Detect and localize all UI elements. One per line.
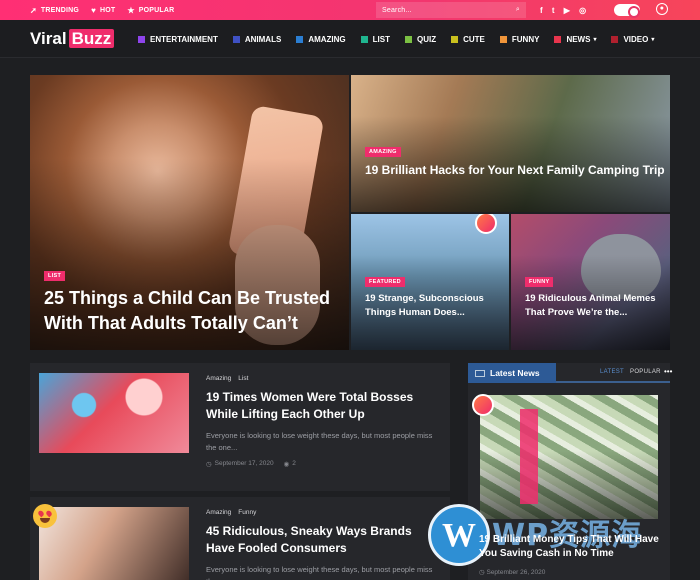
youtube-icon[interactable]: ▶ <box>564 6 570 15</box>
hero-top-right-title[interactable]: 19 Brilliant Hacks for Your Next Family … <box>365 161 665 179</box>
category-badge[interactable]: LIST <box>44 271 66 281</box>
trending-link[interactable]: ➚ TRENDING <box>30 6 79 15</box>
nav-cute[interactable]: CUTE <box>451 35 485 44</box>
tag-link[interactable]: Amazing <box>206 375 231 382</box>
user-icon[interactable]: ● <box>656 3 668 15</box>
category-badge[interactable]: FEATURED <box>365 277 405 287</box>
post-views: 2 <box>292 460 296 467</box>
tag-link[interactable]: Amazing <box>206 509 231 516</box>
category-square-icon <box>296 35 304 43</box>
widget-filter-links: LATEST POPULAR <box>600 369 661 375</box>
nav-entertainment[interactable]: ENTERTAINMENT <box>138 35 218 44</box>
hot-link[interactable]: ♥ HOT <box>91 6 115 15</box>
post-date: September 17, 2020 <box>214 460 274 467</box>
filter-popular-link[interactable]: POPULAR <box>630 369 661 375</box>
post-title[interactable]: 19 Times Women Were Total Bosses While L… <box>206 389 442 423</box>
post-excerpt: Everyone is looking to lose weight these… <box>206 431 433 452</box>
category-square-icon <box>611 35 619 43</box>
post-title[interactable]: 45 Ridiculous, Sneaky Ways Brands Have F… <box>206 523 442 557</box>
nav-animals[interactable]: ANIMALS <box>232 34 282 44</box>
heart-eyes-emoji-icon <box>33 504 57 528</box>
chevron-down-icon: ▾ <box>651 36 655 43</box>
nav-label: AMAZING <box>308 34 346 44</box>
trending-icon: ➚ <box>30 5 37 15</box>
category-square-icon <box>404 35 412 43</box>
clock-icon: ◷ <box>206 461 212 468</box>
search-placeholder: Search... <box>382 6 412 14</box>
post-card[interactable]: Amazing Funny 45 Ridiculous, Sneaky Ways … <box>30 497 450 580</box>
newspaper-icon <box>475 369 485 377</box>
post-card[interactable]: Amazing List 19 Times Women Were Total Bo… <box>30 363 450 491</box>
latest-news-tab[interactable]: Latest News <box>468 363 556 383</box>
filter-latest-link[interactable]: LATEST <box>600 369 624 375</box>
dark-mode-toggle[interactable] <box>614 4 640 18</box>
facebook-icon[interactable]: f <box>540 6 543 15</box>
social-links: f t ▶ ◎ <box>540 0 595 20</box>
hero-bottom-mid-card[interactable]: FEATURED 19 Strange, Subconscious Things… <box>351 214 509 350</box>
post-tags: Amazing List <box>206 375 255 382</box>
twitter-icon[interactable]: t <box>552 6 555 15</box>
nav-label: ANIMALS <box>244 34 282 44</box>
main-nav: ENTERTAINMENT ANIMALS AMAZING LIST QUIZ … <box>138 20 669 58</box>
chevron-down-icon: ▾ <box>593 36 597 43</box>
hero-main-title[interactable]: 25 Things a Child Can Be Trusted With Th… <box>44 286 340 336</box>
category-badge[interactable]: AMAZING <box>365 147 401 157</box>
post-excerpt: Everyone is looking to lose weight these… <box>206 565 433 580</box>
more-icon[interactable]: ••• <box>664 367 672 376</box>
popular-link[interactable]: ★ POPULAR <box>127 6 174 15</box>
hot-label: HOT <box>100 6 116 14</box>
category-square-icon <box>138 35 145 43</box>
hero-top-right-card[interactable]: AMAZING 19 Brilliant Hacks for Your Next… <box>351 75 670 212</box>
search-input[interactable]: Search... ⌕ <box>376 2 526 18</box>
post-thumbnail[interactable] <box>39 507 189 580</box>
nav-list[interactable]: LIST <box>360 34 390 44</box>
logo-text-buzz: Buzz <box>68 29 115 48</box>
trending-badge-icon <box>475 214 497 234</box>
heart-icon: ♥ <box>91 5 97 15</box>
trending-badge-icon <box>472 394 494 416</box>
hero-main-card[interactable]: LIST 25 Things a Child Can Be Trusted Wi… <box>30 75 349 350</box>
category-square-icon <box>232 35 240 43</box>
emoji-mouth <box>40 518 50 523</box>
pink-background <box>520 409 538 504</box>
category-square-icon <box>360 35 368 43</box>
popular-label: POPULAR <box>138 6 175 14</box>
site-header: Viral Buzz ENTERTAINMENT ANIMALS AMAZING … <box>0 20 700 58</box>
post-tags: Amazing Funny <box>206 509 263 516</box>
nav-label: NEWS <box>566 34 591 44</box>
hero-bottom-right-card[interactable]: FUNNY 19 Ridiculous Animal Memes That Pr… <box>511 214 670 350</box>
news-title[interactable]: 19 Brilliant Money Tips That Will Have Y… <box>479 533 664 561</box>
trending-label: TRENDING <box>40 6 80 14</box>
hero-bottom-right-title[interactable]: 19 Ridiculous Animal Memes That Prove We… <box>525 292 663 320</box>
category-square-icon <box>554 35 562 43</box>
category-square-icon <box>499 35 507 43</box>
star-icon: ★ <box>127 5 135 15</box>
category-badge[interactable]: FUNNY <box>525 277 554 287</box>
category-square-icon <box>451 35 459 43</box>
nav-quiz[interactable]: QUIZ <box>404 34 437 44</box>
nav-label: FUNNY <box>511 34 540 44</box>
tag-link[interactable]: List <box>238 375 248 382</box>
nav-amazing[interactable]: AMAZING <box>296 34 346 44</box>
nav-news[interactable]: NEWS ▾ <box>554 35 596 44</box>
instagram-icon[interactable]: ◎ <box>579 6 586 15</box>
search-icon[interactable]: ⌕ <box>516 6 520 14</box>
hero-bottom-mid-title[interactable]: 19 Strange, Subconscious Things Human Do… <box>365 292 503 320</box>
nav-label: CUTE <box>463 34 485 44</box>
widget-title: Latest News <box>490 368 540 378</box>
nav-label: LIST <box>372 34 390 44</box>
nav-label: VIDEO <box>623 34 649 44</box>
post-meta: ◷ September 17, 2020 ◉ 2 <box>206 460 306 468</box>
nav-funny[interactable]: FUNNY <box>499 34 540 44</box>
site-logo[interactable]: Viral Buzz <box>30 29 115 49</box>
widget-header: Latest News LATEST POPULAR ••• <box>468 363 672 383</box>
eye-icon: ◉ <box>283 461 290 468</box>
post-thumbnail[interactable] <box>39 373 189 453</box>
nav-label: QUIZ <box>416 34 437 44</box>
tag-link[interactable]: Funny <box>238 509 256 516</box>
top-bar: ➚ TRENDING ♥ HOT ★ POPULAR Search... ⌕ f… <box>0 0 700 20</box>
nav-label: ENTERTAINMENT <box>150 34 218 44</box>
logo-text-viral: Viral <box>30 29 67 48</box>
nav-video[interactable]: VIDEO ▾ <box>611 35 654 44</box>
